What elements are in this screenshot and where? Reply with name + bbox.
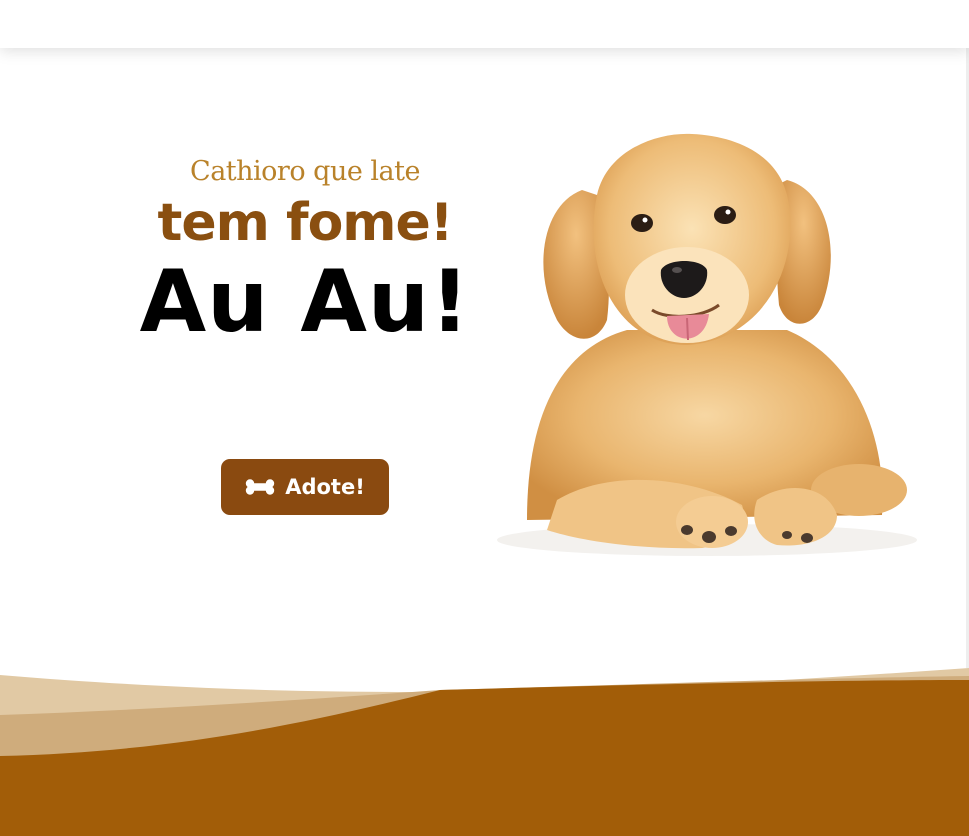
hero-bark-title: Au Au! <box>139 252 471 352</box>
puppy-image <box>497 133 917 556</box>
hero-headline: tem fome! <box>157 193 454 253</box>
adopt-button-label: Adote! <box>285 475 365 499</box>
hero-subtitle: Cathioro que late <box>190 156 420 187</box>
hero-text-block: Cathioro que late tem fome! Au Au! <box>120 150 490 352</box>
bone-icon <box>245 479 275 495</box>
top-navbar <box>0 0 969 48</box>
adopt-button[interactable]: Adote! <box>221 459 389 515</box>
footer-waves <box>0 668 969 836</box>
